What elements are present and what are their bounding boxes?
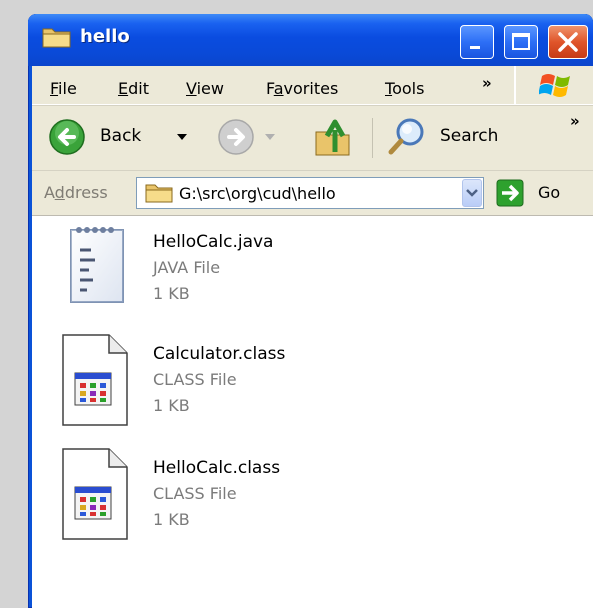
file-name: Calculator.class <box>153 344 286 364</box>
menu-divider <box>514 66 516 104</box>
address-bar: Address G:\src\org\cud\hello Go <box>32 170 593 216</box>
chevron-down-icon <box>466 189 478 197</box>
file-type: JAVA File <box>153 258 221 277</box>
file-item[interactable]: HelloCalc.class CLASS File 1 KB <box>32 437 593 547</box>
chevron-down-icon <box>265 134 275 140</box>
explorer-window: hello File Edit View Favorites Tools » B… <box>28 14 593 608</box>
folder-up-icon <box>315 119 350 156</box>
toolbar-overflow-chevron[interactable]: » <box>570 112 580 130</box>
address-field[interactable]: G:\src\org\cud\hello <box>136 177 484 209</box>
maximize-button[interactable] <box>504 25 538 59</box>
address-value: G:\src\org\cud\hello <box>179 184 336 203</box>
file-type: CLASS File <box>153 484 237 503</box>
file-type: CLASS File <box>153 370 237 389</box>
menu-tools[interactable]: Tools <box>385 79 424 98</box>
search-label: Search <box>440 126 499 146</box>
file-item[interactable]: HelloCalc.java JAVA File 1 KB <box>32 215 593 325</box>
class-file-icon <box>62 334 128 426</box>
maximize-icon <box>512 33 530 50</box>
search-button[interactable]: Search <box>384 114 514 160</box>
back-button[interactable]: Back <box>40 114 200 160</box>
file-size: 1 KB <box>153 284 190 303</box>
menu-view[interactable]: View <box>186 79 224 98</box>
standard-toolbar: Back Search » <box>32 105 593 171</box>
class-file-icon <box>62 448 128 540</box>
folder-icon <box>42 25 72 49</box>
client-area: File Edit View Favorites Tools » Back Se… <box>32 66 593 608</box>
go-label: Go <box>538 183 561 202</box>
windows-logo-icon <box>538 70 573 104</box>
file-size: 1 KB <box>153 396 190 415</box>
text-file-icon <box>70 227 124 303</box>
menu-overflow-chevron[interactable]: » <box>482 74 492 92</box>
go-arrow-icon <box>496 179 524 207</box>
title-bar[interactable]: hello <box>28 14 593 66</box>
menu-file[interactable]: File <box>50 79 77 98</box>
forward-arrow-icon <box>218 119 254 155</box>
menu-edit[interactable]: Edit <box>118 79 149 98</box>
back-arrow-icon <box>49 119 85 155</box>
forward-button[interactable] <box>212 114 292 160</box>
file-list: HelloCalc.java JAVA File 1 KB Calculator… <box>32 215 593 608</box>
file-name: HelloCalc.java <box>153 232 274 252</box>
go-button[interactable]: Go <box>494 177 584 209</box>
menu-bar: File Edit View Favorites Tools » <box>32 66 593 105</box>
close-icon <box>558 32 578 52</box>
toolbar-separator <box>372 118 373 158</box>
address-label: Address <box>44 183 108 202</box>
window-title: hello <box>80 26 130 47</box>
menu-favorites[interactable]: Favorites <box>266 79 338 98</box>
minimize-button[interactable] <box>460 25 494 59</box>
search-icon <box>388 118 424 155</box>
folder-icon <box>145 184 173 203</box>
file-size: 1 KB <box>153 510 190 529</box>
minimize-icon <box>470 46 480 49</box>
up-button[interactable] <box>307 114 359 160</box>
close-button[interactable] <box>548 25 588 59</box>
chevron-down-icon[interactable] <box>177 134 187 142</box>
address-dropdown-button[interactable] <box>462 179 482 207</box>
file-name: HelloCalc.class <box>153 458 281 478</box>
back-label: Back <box>100 126 142 146</box>
file-item[interactable]: Calculator.class CLASS File 1 KB <box>32 323 593 433</box>
